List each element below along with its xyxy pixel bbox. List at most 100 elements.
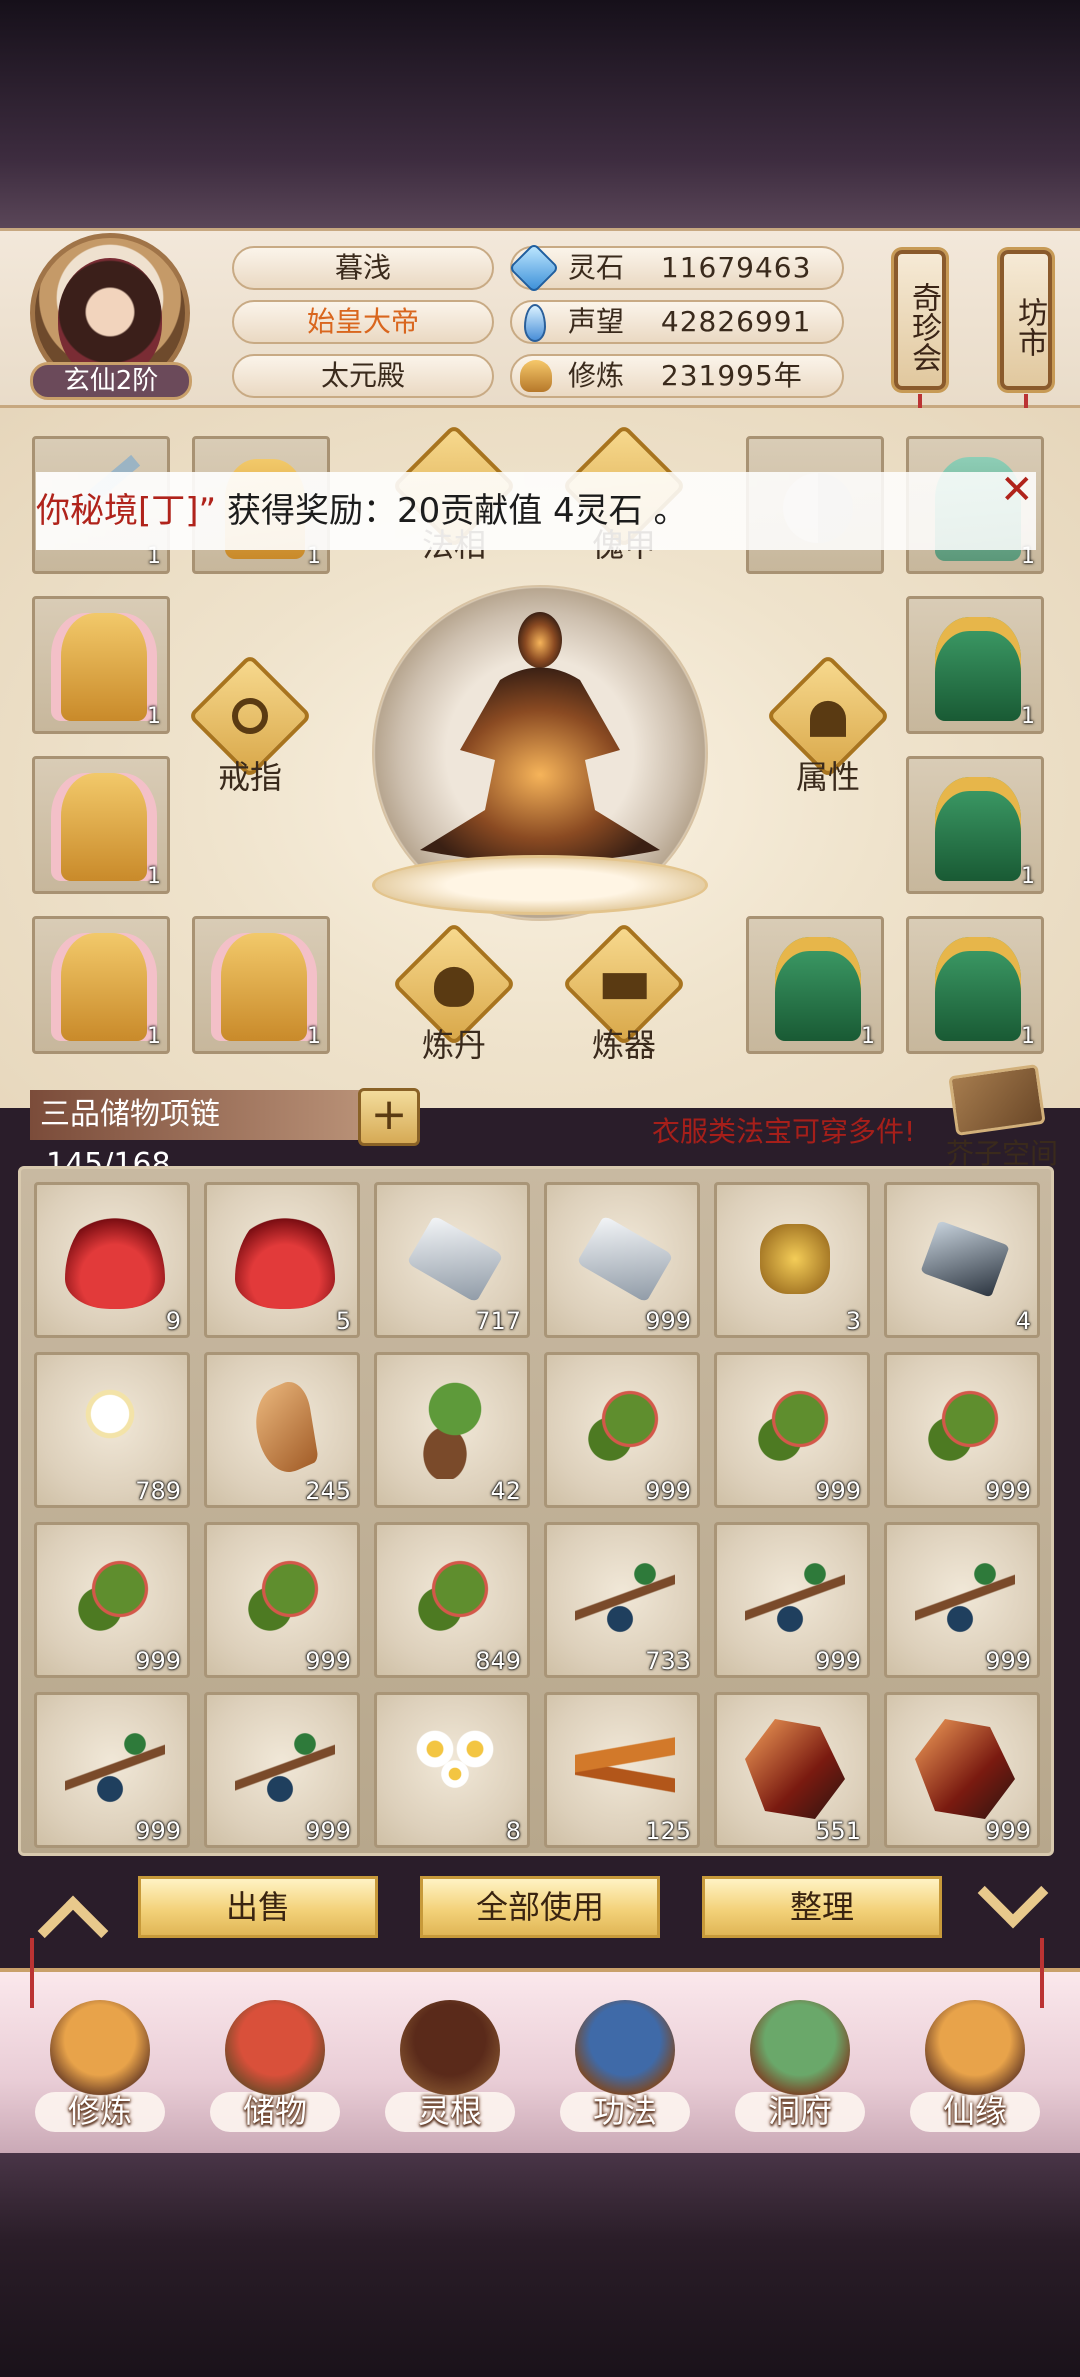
inventory-item[interactable]: 9 — [34, 1182, 190, 1338]
equipment-slot[interactable]: 1 — [32, 596, 170, 734]
forging-label: 炼器 — [591, 1026, 656, 1064]
equipment-slot[interactable]: 1 — [746, 916, 884, 1054]
attributes-label: 属性 — [795, 758, 860, 796]
mustard-space-icon[interactable] — [948, 1064, 1046, 1136]
rare-treasure-scroll-button[interactable]: 奇珍会 — [894, 250, 946, 390]
equip-hint: 衣服类法宝可穿多件! — [652, 1115, 916, 1148]
inventory-item[interactable]: 999 — [204, 1692, 360, 1848]
inventory-item[interactable]: 8 — [374, 1692, 530, 1848]
cultivation-icon — [520, 360, 552, 392]
item-count: 9 — [165, 1307, 181, 1335]
green-robe-icon — [935, 617, 1021, 721]
inventory-item[interactable]: 999 — [714, 1522, 870, 1678]
iron-ore-icon — [920, 1220, 1010, 1298]
white-flower-icon — [65, 1379, 165, 1479]
inventory-item[interactable]: 5 — [204, 1182, 360, 1338]
inventory-item[interactable]: 999 — [714, 1352, 870, 1508]
nav-cave-mansion[interactable]: 洞府 — [725, 1984, 875, 2154]
green-robe-icon — [935, 777, 1021, 881]
inventory-item[interactable]: 245 — [204, 1352, 360, 1508]
equipment-slot[interactable]: 1 — [32, 756, 170, 894]
cultivate-icon — [50, 2000, 150, 2100]
inventory-item[interactable]: 551 — [714, 1692, 870, 1848]
inventory-item[interactable]: 4 — [884, 1182, 1040, 1338]
ginseng-icon — [251, 1373, 319, 1485]
resource-value: 231995年 — [660, 359, 803, 392]
inventory-item[interactable]: 999 — [34, 1522, 190, 1678]
market-scroll-button[interactable]: 坊市 — [1000, 250, 1052, 390]
resource-label: 声望 — [568, 305, 625, 338]
sort-button[interactable]: 整理 — [702, 1876, 942, 1938]
item-count: 4 — [1015, 1307, 1031, 1335]
inventory-item[interactable]: 125 — [544, 1692, 700, 1848]
notice-text: 获得奖励：20贡献值 4灵石 。 — [216, 491, 688, 531]
green-robe-icon — [775, 937, 861, 1041]
inventory-item[interactable]: 849 — [374, 1522, 530, 1678]
nav-fortune-gourd[interactable]: 仙缘 — [900, 1984, 1050, 2154]
reward-notice-banner: 你秘境[丁]” 获得奖励：20贡献值 4灵石 。 — [36, 472, 1036, 550]
item-count: 849 — [475, 1647, 521, 1675]
inventory-item[interactable]: 3 — [714, 1182, 870, 1338]
green-robe-icon — [935, 937, 1021, 1041]
resource-value: 11679463 — [660, 251, 812, 284]
item-count: 1 — [147, 864, 161, 889]
green-herb-icon — [65, 1549, 165, 1649]
nav-technique-book[interactable]: 功法 — [550, 1984, 700, 2154]
berry-branch-icon — [65, 1719, 165, 1819]
gold-ore-icon — [760, 1224, 830, 1294]
equipment-slot[interactable]: 1 — [192, 916, 330, 1054]
storage-bag-icon — [225, 2000, 325, 2100]
equipment-slot[interactable]: 1 — [906, 916, 1044, 1054]
robe-icon — [221, 933, 307, 1041]
inventory-item[interactable]: 999 — [544, 1352, 700, 1508]
root-herb-icon — [405, 1379, 505, 1479]
nav-label: 修炼 — [67, 2092, 132, 2130]
inventory-item[interactable]: 999 — [204, 1522, 360, 1678]
nav-label: 灵根 — [417, 2092, 482, 2130]
lotus-platform — [372, 855, 708, 915]
use-all-button[interactable]: 全部使用 — [420, 1876, 660, 1938]
nav-spirit-root[interactable]: 灵根 — [375, 1984, 525, 2154]
inventory-item[interactable]: 42 — [374, 1352, 530, 1508]
equipment-slot[interactable]: 1 — [906, 596, 1044, 734]
nav-label: 仙缘 — [942, 2092, 1007, 2130]
nav-storage-bag[interactable]: 储物 — [200, 1984, 350, 2154]
green-herb-icon — [405, 1549, 505, 1649]
resource-value: 42826991 — [660, 305, 812, 338]
realm-rank-badge: 玄仙2阶 — [30, 362, 192, 400]
inventory-item[interactable]: 789 — [34, 1352, 190, 1508]
item-count: 1 — [147, 1024, 161, 1049]
item-count: 789 — [135, 1477, 181, 1505]
resource-label: 灵石 — [568, 251, 625, 284]
storage-bag-bar: 三品储物项链 145/168 — [30, 1090, 360, 1182]
player-title[interactable]: 始皇大帝 — [232, 300, 494, 344]
spirit-root-icon — [400, 2000, 500, 2100]
robe-icon — [61, 933, 147, 1041]
close-icon[interactable]: ✕ — [1000, 470, 1040, 510]
item-count: 999 — [815, 1477, 861, 1505]
inventory-item[interactable]: 999 — [544, 1182, 700, 1338]
equipment-slot[interactable]: 1 — [32, 916, 170, 1054]
inventory-item[interactable]: 733 — [544, 1522, 700, 1678]
scroll-up-icon[interactable] — [37, 1895, 109, 1967]
resource-prestige: 声望 42826991 — [510, 300, 844, 344]
item-count: 551 — [815, 1817, 861, 1845]
inventory-item[interactable]: 999 — [884, 1522, 1040, 1678]
red-crystal-icon — [915, 1719, 1015, 1819]
berry-branch-icon — [745, 1549, 845, 1649]
daisy-icon — [405, 1719, 505, 1819]
scroll-down-icon[interactable] — [977, 1857, 1049, 1929]
sell-button[interactable]: 出售 — [138, 1876, 378, 1938]
inventory-item[interactable]: 999 — [884, 1352, 1040, 1508]
inventory-item[interactable]: 717 — [374, 1182, 530, 1338]
inventory-item[interactable]: 999 — [884, 1692, 1040, 1848]
player-sect[interactable]: 太元殿 — [232, 354, 494, 398]
nav-cultivate[interactable]: 修炼 — [25, 1984, 175, 2154]
red-flame-icon — [65, 1209, 165, 1309]
player-name: 暮浅 — [232, 246, 494, 290]
inventory-item[interactable]: 999 — [34, 1692, 190, 1848]
expand-storage-button[interactable]: + — [358, 1088, 420, 1146]
storage-bag-name: 三品储物项链 — [40, 1097, 220, 1132]
equipment-slot[interactable]: 1 — [906, 756, 1044, 894]
item-count: 1 — [1021, 864, 1035, 889]
